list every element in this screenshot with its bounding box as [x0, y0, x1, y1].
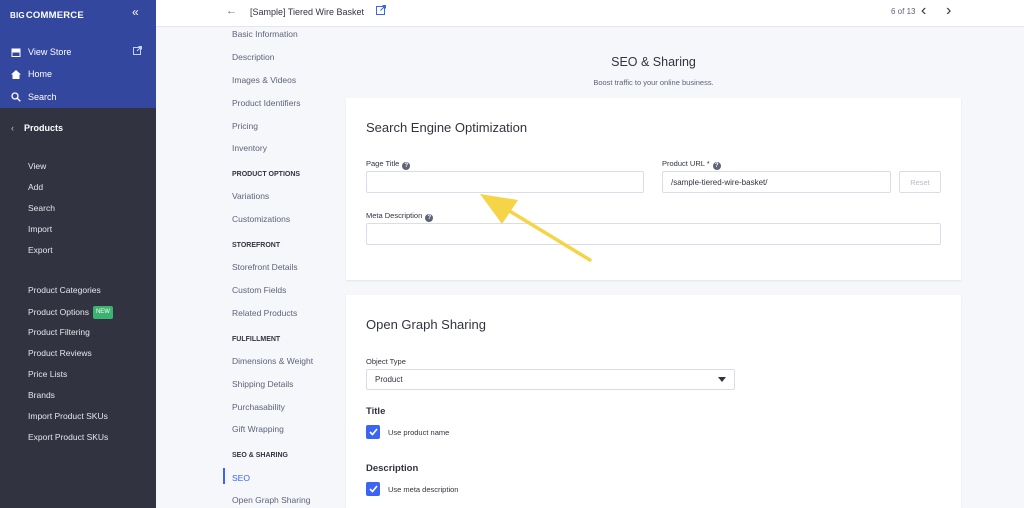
nav-head-seo-sharing: SEO & SHARING [232, 452, 289, 459]
use-product-name-checkbox[interactable] [366, 425, 380, 439]
meta-description-label: Meta Description? [366, 211, 434, 222]
use-product-name-label: Use product name [388, 428, 450, 437]
sidebar-item-view[interactable]: View [28, 161, 46, 172]
seo-card: Search Engine Optimization Page Title? P… [346, 98, 961, 280]
nav-storefront-details[interactable]: Storefront Details [232, 262, 298, 273]
reset-url-button[interactable]: Reset [899, 171, 941, 193]
sidebar: BIG COMMERCE « View Store Home Search ‹ P… [0, 0, 156, 508]
open-product-external-icon[interactable] [376, 5, 386, 18]
nav-basic-information[interactable]: Basic Information [232, 29, 298, 40]
page-title-label: Page Title? [366, 159, 411, 170]
nav-head-fulfillment: FULFILLMENT [232, 336, 281, 343]
page-subtitle: Boost traffic to your online business. [593, 78, 714, 87]
product-url-label: Product URL *? [662, 159, 721, 170]
logo-text: COMMERCE [25, 9, 84, 21]
sidebar-item-product-options[interactable]: Product Options NEW [28, 306, 113, 319]
new-badge: NEW [92, 306, 113, 319]
sidebar-item-add[interactable]: Add [28, 182, 43, 193]
object-type-select[interactable]: Product [366, 369, 735, 390]
sidebar-item-product-filtering[interactable]: Product Filtering [28, 327, 90, 338]
nav-inventory[interactable]: Inventory [232, 143, 267, 154]
top-bar: ← [Sample] Tiered Wire Basket 6 of 13 ‹ … [156, 0, 1024, 27]
pager-text: 6 of 13 [891, 7, 916, 16]
previous-product-icon[interactable]: ‹ [921, 2, 926, 20]
nav-images-videos[interactable]: Images & Videos [232, 75, 296, 86]
sidebar-item-import[interactable]: Import [28, 224, 52, 235]
home-icon [10, 69, 22, 79]
store-icon [10, 48, 22, 57]
external-link-icon[interactable] [133, 46, 142, 57]
checkmark-icon [368, 485, 378, 493]
annotation-arrow-icon [480, 194, 592, 262]
chevron-left-icon: ‹ [11, 123, 14, 133]
help-icon[interactable]: ? [712, 162, 721, 170]
nav-shipping-details[interactable]: Shipping Details [232, 379, 293, 390]
help-icon[interactable]: ? [425, 214, 434, 222]
sidebar-item-import-skus[interactable]: Import Product SKUs [28, 411, 108, 422]
search-link[interactable]: Search [10, 90, 57, 104]
back-arrow-icon[interactable]: ← [226, 5, 237, 17]
nav-pricing[interactable]: Pricing [232, 121, 258, 132]
chevron-down-icon [718, 377, 726, 382]
object-type-label: Object Type [366, 357, 406, 366]
view-store-link[interactable]: View Store [10, 45, 71, 59]
products-title: Products [24, 123, 64, 133]
checkmark-icon [368, 428, 378, 436]
bigcommerce-logo[interactable]: BIG COMMERCE [10, 9, 84, 21]
sidebar-item-product-categories[interactable]: Product Categories [28, 285, 101, 296]
sidebar-item-price-lists[interactable]: Price Lists [28, 369, 67, 380]
next-product-icon[interactable]: › [946, 2, 951, 20]
search-label: Search [28, 92, 57, 102]
sidebar-item-product-reviews[interactable]: Product Reviews [28, 348, 92, 359]
home-label: Home [28, 69, 53, 79]
nav-gift-wrapping[interactable]: Gift Wrapping [232, 424, 284, 435]
use-meta-description-label: Use meta description [388, 485, 459, 494]
product-url-input[interactable]: /sample-tiered-wire-basket/ [662, 171, 891, 193]
nav-related-products[interactable]: Related Products [232, 308, 297, 319]
products-section-header[interactable]: ‹ Products [0, 118, 156, 138]
search-icon [10, 92, 22, 102]
meta-description-input[interactable] [366, 223, 941, 245]
collapse-sidebar-icon[interactable]: « [132, 5, 139, 19]
nav-product-identifiers[interactable]: Product Identifiers [232, 98, 301, 109]
page-title-label-text: Page Title [366, 159, 400, 168]
logo-prefix: BIG [10, 10, 25, 20]
sidebar-top: BIG COMMERCE « View Store Home Search [0, 0, 156, 108]
meta-description-label-text: Meta Description [366, 211, 423, 220]
help-icon[interactable]: ? [402, 162, 411, 170]
nav-seo[interactable]: SEO [232, 473, 250, 484]
page-title: SEO & Sharing [611, 55, 696, 69]
nav-custom-fields[interactable]: Custom Fields [232, 285, 286, 296]
open-graph-card-title: Open Graph Sharing [366, 317, 486, 332]
product-url-label-text: Product URL * [662, 159, 710, 168]
open-graph-card: Open Graph Sharing Object Type Product T… [346, 295, 961, 508]
nav-head-storefront: STOREFRONT [232, 242, 281, 249]
object-type-value: Product [375, 375, 403, 384]
sidebar-item-export[interactable]: Export [28, 245, 53, 256]
nav-open-graph-sharing[interactable]: Open Graph Sharing [232, 495, 310, 506]
product-options-label: Product Options [28, 306, 89, 317]
og-title-label: Title [366, 406, 386, 417]
seo-card-title: Search Engine Optimization [366, 120, 528, 135]
nav-head-product-options: PRODUCT OPTIONS [232, 171, 301, 178]
og-description-label: Description [366, 463, 419, 474]
active-nav-indicator [223, 468, 225, 484]
nav-description[interactable]: Description [232, 52, 275, 63]
sidebar-item-search[interactable]: Search [28, 203, 55, 214]
nav-customizations[interactable]: Customizations [232, 214, 290, 225]
nav-variations[interactable]: Variations [232, 191, 269, 202]
section-nav: Basic Information Description Images & V… [156, 27, 346, 508]
home-link[interactable]: Home [10, 67, 52, 81]
view-store-label: View Store [28, 47, 72, 57]
nav-purchasability[interactable]: Purchasability [232, 402, 285, 413]
use-meta-description-checkbox[interactable] [366, 482, 380, 496]
product-title: [Sample] Tiered Wire Basket [250, 7, 365, 17]
sidebar-item-brands[interactable]: Brands [28, 390, 55, 401]
nav-dimensions-weight[interactable]: Dimensions & Weight [232, 356, 313, 367]
sidebar-item-export-skus[interactable]: Export Product SKUs [28, 432, 108, 443]
